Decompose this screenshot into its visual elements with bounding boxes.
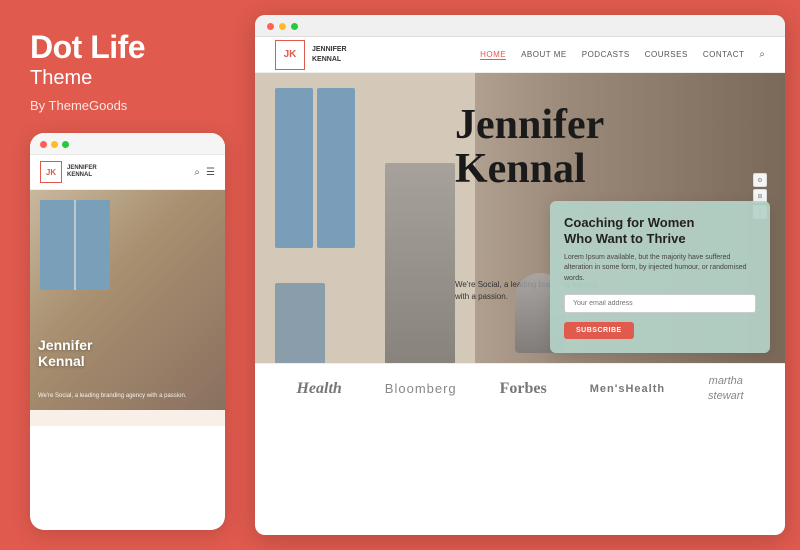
coaching-title: Coaching for WomenWho Want to Thrive bbox=[564, 215, 756, 246]
browser-dot-green bbox=[62, 141, 69, 148]
browser-dot-red bbox=[40, 141, 47, 148]
desktop-content: JenniferKennal We're Social, a leading b… bbox=[255, 73, 785, 535]
brand-martha: marthastewart bbox=[708, 374, 743, 403]
desktop-logo-jk: JK bbox=[275, 40, 305, 70]
coaching-desc: Lorem Ipsum available, but the majority … bbox=[564, 253, 756, 285]
sidebar-icon-1: ⚙ bbox=[753, 173, 767, 187]
mobile-nav: JK JENNIFER KENNAL ⌕ ☰ bbox=[30, 155, 225, 190]
nav-link-podcasts[interactable]: PODCASTS bbox=[582, 50, 630, 59]
mobile-logo-jk: JK bbox=[40, 161, 62, 183]
desktop-logo-text: JENNIFER KENNAL bbox=[312, 45, 347, 63]
desktop-dot-green bbox=[291, 23, 298, 30]
right-panel: JK JENNIFER KENNAL HOME ABOUT ME PODCAST… bbox=[245, 0, 800, 550]
mobile-nav-icons: ⌕ ☰ bbox=[194, 167, 215, 178]
shutter-2 bbox=[76, 200, 110, 290]
brand-bloomberg: Bloomberg bbox=[385, 381, 457, 396]
desktop-browser-bar bbox=[255, 15, 785, 37]
mobile-footer-bar bbox=[30, 410, 225, 426]
coaching-card: Coaching for WomenWho Want to Thrive Lor… bbox=[550, 201, 770, 353]
left-panel: Dot Life Theme By ThemeGoods JK JENNIFER… bbox=[0, 0, 245, 550]
desktop-hero: JenniferKennal We're Social, a leading b… bbox=[255, 73, 785, 363]
nav-link-courses[interactable]: COURSES bbox=[645, 50, 688, 59]
subscribe-button[interactable]: SUBSCRIBE bbox=[564, 322, 634, 339]
mobile-logo-text: JENNIFER KENNAL bbox=[67, 165, 97, 179]
nav-link-about[interactable]: ABOUT ME bbox=[521, 50, 567, 59]
mobile-hero-shutters bbox=[40, 200, 110, 290]
browser-dot-yellow bbox=[51, 141, 58, 148]
desktop-dot-yellow bbox=[279, 23, 286, 30]
theme-title: Dot Life Theme By ThemeGoods bbox=[30, 30, 225, 133]
desktop-dot-red bbox=[267, 23, 274, 30]
hero-title: JenniferKennal bbox=[455, 103, 765, 191]
brand-forbes: Forbes bbox=[500, 380, 547, 398]
hero-shutter-2 bbox=[317, 88, 355, 248]
desktop-nav: JK JENNIFER KENNAL HOME ABOUT ME PODCAST… bbox=[255, 37, 785, 73]
mobile-hero: JenniferKennal We're Social, a leading b… bbox=[30, 190, 225, 410]
mobile-menu-icon: ☰ bbox=[206, 167, 215, 178]
email-input[interactable] bbox=[564, 294, 756, 313]
desktop-logo: JK JENNIFER KENNAL bbox=[275, 40, 347, 70]
shutter-1 bbox=[40, 200, 74, 290]
hero-person bbox=[385, 163, 455, 363]
brand-health: Health bbox=[296, 380, 341, 398]
desktop-preview: JK JENNIFER KENNAL HOME ABOUT ME PODCAST… bbox=[255, 15, 785, 535]
desktop-nav-links: HOME ABOUT ME PODCASTS COURSES CONTACT ⌕ bbox=[480, 49, 765, 60]
brands-bar: Health Bloomberg Forbes Men'sHealth mart… bbox=[255, 363, 785, 413]
hero-shutters bbox=[275, 88, 355, 248]
mobile-hero-name: JenniferKennal bbox=[38, 337, 92, 371]
nav-link-contact[interactable]: CONTACT bbox=[703, 50, 745, 59]
mobile-preview: JK JENNIFER KENNAL ⌕ ☰ JenniferKennal We bbox=[30, 133, 225, 530]
mobile-logo: JK JENNIFER KENNAL bbox=[40, 161, 97, 183]
nav-link-home[interactable]: HOME bbox=[480, 50, 506, 60]
hero-shutter-1 bbox=[275, 88, 313, 248]
mobile-hero-bg bbox=[30, 190, 225, 410]
mobile-browser-bar bbox=[30, 133, 225, 155]
hero-door bbox=[275, 283, 325, 363]
mobile-hero-desc: We're Social, a leading branding agency … bbox=[38, 392, 217, 400]
mobile-search-icon: ⌕ bbox=[194, 167, 200, 178]
brand-menshealth: Men'sHealth bbox=[590, 383, 665, 395]
desktop-search-icon[interactable]: ⌕ bbox=[759, 49, 765, 60]
